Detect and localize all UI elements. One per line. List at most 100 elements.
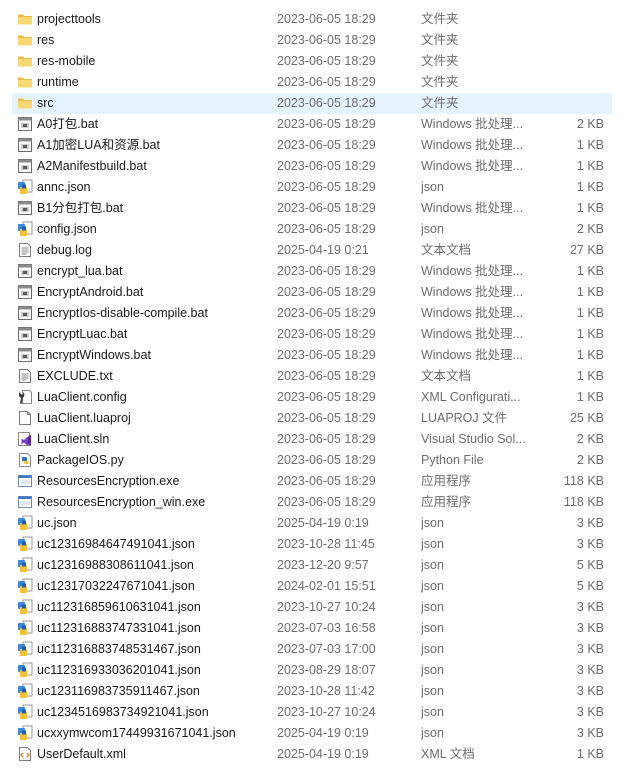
file-name: uc112316883748531467.json [37, 642, 201, 656]
folder-icon [17, 32, 33, 48]
folder-icon [17, 74, 33, 90]
file-type: json [421, 222, 444, 236]
file-row-uc12317032247671041-json[interactable]: uc12317032247671041.json 2024-02-01 15:51… [12, 576, 612, 597]
file-name: res-mobile [37, 54, 96, 68]
file-name: ResourcesEncryption_win.exe [37, 495, 206, 509]
file-name: res [37, 33, 55, 47]
file-row-debug-log[interactable]: debug.log 2025-04-19 0:21 文本文档 27 KB [12, 240, 612, 261]
file-name: uc12317032247671041.json [37, 579, 195, 593]
file-date: 2023-06-05 18:29 [277, 369, 376, 383]
file-row-a0-bat[interactable]: A0打包.bat 2023-06-05 18:29 Windows 批处理... 2 … [12, 114, 612, 135]
file-row-encryptandroid-bat[interactable]: EncryptAndroid.bat 2023-06-05 18:29 Window… [12, 282, 612, 303]
file-date: 2023-06-05 18:29 [277, 117, 376, 131]
file-type: json [421, 621, 444, 635]
file-type: 文件夹 [421, 54, 459, 68]
batch-file-icon [17, 326, 33, 342]
file-size: 1 KB [576, 327, 604, 341]
file-row-resourcesencryption-win-exe[interactable]: ResourcesEncryption_win.exe 2023-06-05 18… [12, 492, 612, 513]
file-name: A1加密LUA和资源.bat [37, 138, 160, 152]
file-row-uc112316883748531467-json[interactable]: uc112316883748531467.json 2023-07-03 17:0… [12, 639, 612, 660]
file-name: ucxxymwcom17449931671041.json [37, 726, 236, 740]
file-row-luaclient-config[interactable]: LuaClient.config 2023-06-05 18:29 XML Conf… [12, 387, 612, 408]
file-row-encryptwindows-bat[interactable]: EncryptWindows.bat 2023-06-05 18:29 Window… [12, 345, 612, 366]
file-row-uc123116983735911467-json[interactable]: uc123116983735911467.json 2023-10-28 11:4… [12, 681, 612, 702]
file-row-encrypt-lua-bat[interactable]: encrypt_lua.bat 2023-06-05 18:29 Windows 批… [12, 261, 612, 282]
file-type: Windows 批处理... [421, 159, 524, 173]
file-name: EncryptWindows.bat [37, 348, 151, 362]
file-row-luaclient-sln[interactable]: LuaClient.sln 2023-06-05 18:29 Visual Stud… [12, 429, 612, 450]
blank-file-icon [17, 410, 33, 426]
file-row-annc-json[interactable]: annc.json 2023-06-05 18:29 json 1 KB [12, 177, 612, 198]
file-size: 5 KB [576, 579, 604, 593]
json-file-icon [17, 725, 33, 741]
file-date: 2023-06-05 18:29 [277, 180, 376, 194]
file-row-encryptios-disable-compile-bat[interactable]: EncryptIos-disable-compile.bat 2023-06-05… [12, 303, 612, 324]
batch-file-icon [17, 137, 33, 153]
xml-file-icon [17, 746, 33, 762]
json-file-icon [17, 683, 33, 699]
file-type: Visual Studio Sol... [421, 432, 526, 446]
file-row-uc112316933036201041-json[interactable]: uc112316933036201041.json 2023-08-29 18:0… [12, 660, 612, 681]
text-file-icon [17, 242, 33, 258]
file-row-resourcesencryption-exe[interactable]: ResourcesEncryption.exe 2023-06-05 18:29 应… [12, 471, 612, 492]
file-row-packageios-py[interactable]: PackageIOS.py 2023-06-05 18:29 Python File… [12, 450, 612, 471]
file-row-luaclient-luaproj[interactable]: LuaClient.luaproj 2023-06-05 18:29 LUAPROJ… [12, 408, 612, 429]
file-name: debug.log [37, 243, 92, 257]
file-row-res[interactable]: res 2023-06-05 18:29 文件夹 [12, 30, 612, 51]
file-row-uc12316984647491041-json[interactable]: uc12316984647491041.json 2023-10-28 11:45… [12, 534, 612, 555]
file-row-src[interactable]: src 2023-06-05 18:29 文件夹 [12, 93, 612, 114]
file-name: annc.json [37, 180, 91, 194]
file-row-a1-lua-bat[interactable]: A1加密LUA和资源.bat 2023-06-05 18:29 Windows 批处… [12, 135, 612, 156]
file-row-res-mobile[interactable]: res-mobile 2023-06-05 18:29 文件夹 [12, 51, 612, 72]
file-name: PackageIOS.py [37, 453, 124, 467]
file-date: 2023-06-05 18:29 [277, 306, 376, 320]
file-size: 1 KB [576, 369, 604, 383]
file-type: Windows 批处理... [421, 306, 524, 320]
file-size: 3 KB [576, 663, 604, 677]
file-name: A2Manifestbuild.bat [37, 159, 147, 173]
json-file-icon [17, 578, 33, 594]
file-name: EncryptLuac.bat [37, 327, 128, 341]
batch-file-icon [17, 284, 33, 300]
batch-file-icon [17, 263, 33, 279]
file-row-config-json[interactable]: config.json 2023-06-05 18:29 json 2 KB [12, 219, 612, 240]
file-row-runtime[interactable]: runtime 2023-06-05 18:29 文件夹 [12, 72, 612, 93]
file-date: 2023-06-05 18:29 [277, 285, 376, 299]
file-type: 文件夹 [421, 33, 459, 47]
file-row-uc12316988308611041-json[interactable]: uc12316988308611041.json 2023-12-20 9:57 j… [12, 555, 612, 576]
file-type: Windows 批处理... [421, 264, 524, 278]
file-size: 3 KB [576, 726, 604, 740]
file-date: 2023-07-03 17:00 [277, 642, 376, 656]
folder-icon [17, 95, 33, 111]
file-name: B1分包打包.bat [37, 201, 124, 215]
file-date: 2023-06-05 18:29 [277, 432, 376, 446]
file-size: 3 KB [576, 684, 604, 698]
file-row-uc112316859610631041-json[interactable]: uc112316859610631041.json 2023-10-27 10:2… [12, 597, 612, 618]
file-size: 118 KB [563, 495, 604, 509]
json-file-icon [17, 620, 33, 636]
file-name: projecttools [37, 12, 101, 26]
file-row-projecttools[interactable]: projecttools 2023-06-05 18:29 文件夹 [12, 9, 612, 30]
file-name: UserDefault.xml [37, 747, 126, 761]
batch-file-icon [17, 158, 33, 174]
file-size: 27 KB [569, 243, 604, 257]
file-date: 2023-10-28 11:42 [277, 684, 375, 698]
file-type: json [421, 516, 444, 530]
json-file-icon [17, 221, 33, 237]
file-row-ucxxymwcom17449931671041-json[interactable]: ucxxymwcom17449931671041.json 2025-04-19 … [12, 723, 612, 744]
file-row-encryptluac-bat[interactable]: EncryptLuac.bat 2023-06-05 18:29 Windows 批… [12, 324, 612, 345]
file-row-exclude-txt[interactable]: EXCLUDE.txt 2023-06-05 18:29 文本文档 1 KB [12, 366, 612, 387]
file-date: 2023-08-29 18:07 [277, 663, 376, 677]
file-row-b1-bat[interactable]: B1分包打包.bat 2023-06-05 18:29 Windows 批处理...… [12, 198, 612, 219]
file-row-uc-json[interactable]: uc.json 2025-04-19 0:19 json 3 KB [12, 513, 612, 534]
file-type: json [421, 642, 444, 656]
file-row-userdefault-xml[interactable]: UserDefault.xml 2025-04-19 0:19 XML 文档 1 KB [12, 744, 612, 765]
file-type: Windows 批处理... [421, 348, 524, 362]
file-date: 2023-10-27 10:24 [277, 600, 376, 614]
file-row-uc1234516983734921041-json[interactable]: uc1234516983734921041.json 2023-10-27 10:… [12, 702, 612, 723]
file-date: 2023-06-05 18:29 [277, 348, 376, 362]
file-row-a2manifestbuild-bat[interactable]: A2Manifestbuild.bat 2023-06-05 18:29 Windo… [12, 156, 612, 177]
file-type: Windows 批处理... [421, 201, 524, 215]
file-date: 2023-10-28 11:45 [277, 537, 375, 551]
file-row-uc112316883747331041-json[interactable]: uc112316883747331041.json 2023-07-03 16:5… [12, 618, 612, 639]
